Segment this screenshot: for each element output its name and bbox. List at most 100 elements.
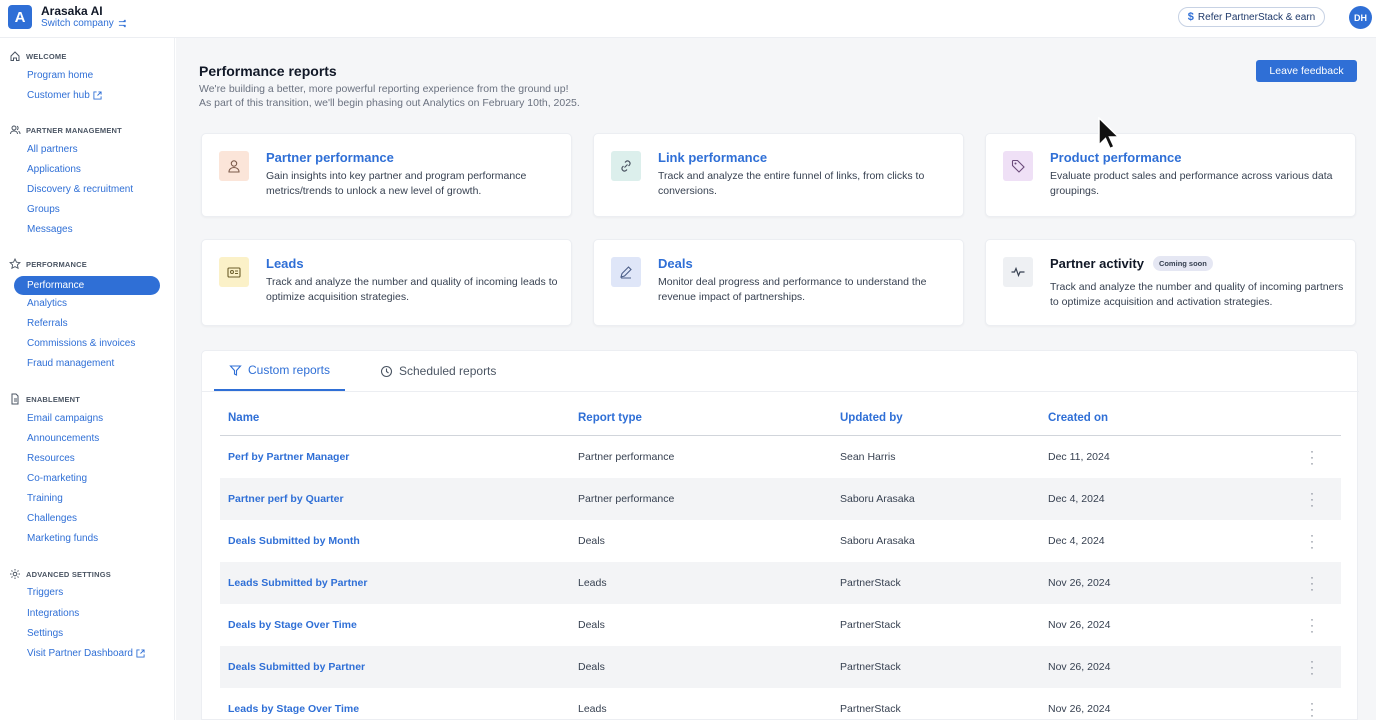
column-header-report-type[interactable]: Report type [578,412,642,424]
sidebar-item-resources[interactable]: Resources [27,453,75,464]
page-subtitle-line1: We're building a better, more powerful r… [199,83,569,95]
tab-custom-reports[interactable]: Custom reports [214,351,345,391]
more-options-icon[interactable]: · · · [1310,571,1314,595]
clock-icon [380,365,393,377]
leave-feedback-button[interactable]: Leave feedback [1256,60,1357,82]
table-row[interactable]: Deals Submitted by Month Deals Saboru Ar… [220,520,1341,562]
avatar[interactable]: DH [1349,6,1372,29]
created-on: Dec 4, 2024 [1048,493,1105,505]
updated-by: PartnerStack [840,619,901,631]
sidebar-item-co-marketing[interactable]: Co-marketing [27,473,87,484]
more-options-icon[interactable]: · · · [1310,613,1314,637]
report-name-link[interactable]: Deals by Stage Over Time [228,619,357,631]
card-title: Deals [658,256,693,271]
report-name-link[interactable]: Leads by Stage Over Time [228,703,359,715]
page-title: Performance reports [199,63,337,79]
sidebar-item-applications[interactable]: Applications [27,164,81,175]
sidebar-item-triggers[interactable]: Triggers [27,587,63,598]
sidebar-item-fraud-management[interactable]: Fraud management [27,358,114,369]
card-leads[interactable]: Leads Track and analyze the number and q… [201,239,572,326]
report-name-link[interactable]: Partner perf by Quarter [228,493,344,505]
sidebar-item-commissions-invoices[interactable]: Commissions & invoices [27,338,135,349]
report-type: Partner performance [578,493,675,505]
link-icon [611,151,641,181]
card-title: Partner activity Coming soon [1050,256,1213,271]
sidebar-item-email-campaigns[interactable]: Email campaigns [27,413,103,424]
sidebar-section-advanced-settings: ADVANCED SETTINGS [9,568,111,580]
coming-soon-badge: Coming soon [1152,256,1213,271]
sidebar-section-performance: PERFORMANCE [9,258,87,270]
switch-company-link[interactable]: Switch company [41,18,127,29]
more-options-icon[interactable]: · · · [1310,655,1314,679]
created-on: Dec 11, 2024 [1048,451,1110,463]
sidebar-section-welcome: WELCOME [9,50,67,62]
updated-by: PartnerStack [840,661,901,673]
created-on: Nov 26, 2024 [1048,619,1111,631]
sidebar-item-analytics[interactable]: Analytics [27,298,67,309]
updated-by: Saboru Arasaka [840,493,915,505]
switch-company-label: Switch company [41,18,114,29]
report-type: Leads [578,703,607,715]
column-header-updated-by[interactable]: Updated by [840,412,903,424]
table-row[interactable]: Deals by Stage Over Time Deals PartnerSt… [220,604,1341,646]
table-row[interactable]: Leads Submitted by Partner Leads Partner… [220,562,1341,604]
pencil-icon [611,257,641,287]
table-row[interactable]: Deals Submitted by Partner Deals Partner… [220,646,1341,688]
column-header-created-on[interactable]: Created on [1048,412,1108,424]
created-on: Dec 4, 2024 [1048,535,1105,547]
sidebar-item-program-home[interactable]: Program home [27,70,93,81]
card-product-performance[interactable]: Product performance Evaluate product sal… [985,133,1356,217]
card-link-performance[interactable]: Link performance Track and analyze the e… [593,133,964,217]
sidebar-item-performance[interactable]: Performance [14,276,160,295]
card-description: Track and analyze the number and quality… [1050,281,1344,308]
sidebar-item-settings[interactable]: Settings [27,628,63,639]
company-logo[interactable]: A [8,5,32,29]
external-link-icon [136,649,145,658]
more-options-icon[interactable]: · · · [1310,529,1314,553]
report-name-link[interactable]: Deals Submitted by Month [228,535,360,547]
card-title: Link performance [658,150,768,165]
card-deals[interactable]: Deals Monitor deal progress and performa… [593,239,964,326]
sidebar-item-customer-hub[interactable]: Customer hub [27,90,102,101]
sidebar-section-enablement: ENABLEMENT [9,393,80,405]
filter-icon [229,364,242,376]
star-icon [9,258,21,270]
sidebar-item-announcements[interactable]: Announcements [27,433,99,444]
table-row[interactable]: Leads by Stage Over Time Leads PartnerSt… [220,688,1341,720]
company-name: Arasaka AI [41,4,103,18]
report-name-link[interactable]: Deals Submitted by Partner [228,661,365,673]
sidebar-item-messages[interactable]: Messages [27,224,73,235]
table-row[interactable]: Perf by Partner Manager Partner performa… [220,436,1341,478]
lead-icon [219,257,249,287]
report-name-link[interactable]: Perf by Partner Manager [228,451,349,463]
report-name-link[interactable]: Leads Submitted by Partner [228,577,367,589]
report-type: Partner performance [578,451,675,463]
sidebar-item-challenges[interactable]: Challenges [27,513,77,524]
created-on: Nov 26, 2024 [1048,577,1111,589]
refer-partnerstack-button[interactable]: $ Refer PartnerStack & earn [1178,7,1325,27]
card-partner-performance[interactable]: Partner performance Gain insights into k… [201,133,572,217]
dollar-icon: $ [1187,11,1194,23]
sidebar-item-referrals[interactable]: Referrals [27,318,68,329]
card-description: Track and analyze the number and quality… [266,276,558,303]
sidebar-item-groups[interactable]: Groups [27,204,60,215]
updated-by: Sean Harris [840,451,896,463]
more-options-icon[interactable]: · · · [1310,487,1314,511]
more-options-icon[interactable]: · · · [1310,445,1314,469]
sidebar-item-visit-partner-dashboard[interactable]: Visit Partner Dashboard [27,648,145,659]
card-description: Gain insights into key partner and progr… [266,170,527,197]
sidebar-item-discovery-recruitment[interactable]: Discovery & recruitment [27,184,133,195]
more-options-icon[interactable]: · · · [1310,697,1314,720]
sidebar-item-training[interactable]: Training [27,493,63,504]
sidebar-item-integrations[interactable]: Integrations [27,608,79,619]
sidebar-item-marketing-funds[interactable]: Marketing funds [27,533,98,544]
sidebar: WELCOME Program home Customer hub PARTNE… [0,38,175,720]
refer-label: Refer PartnerStack & earn [1197,11,1316,23]
main-content: Performance reports We're building a bet… [176,38,1376,720]
tab-scheduled-reports[interactable]: Scheduled reports [380,351,496,391]
table-row[interactable]: Partner perf by Quarter Partner performa… [220,478,1341,520]
report-type: Deals [578,535,605,547]
sidebar-item-all-partners[interactable]: All partners [27,144,78,155]
page-subtitle-line2: As part of this transition, we'll begin … [199,97,580,109]
column-header-name[interactable]: Name [228,412,259,424]
